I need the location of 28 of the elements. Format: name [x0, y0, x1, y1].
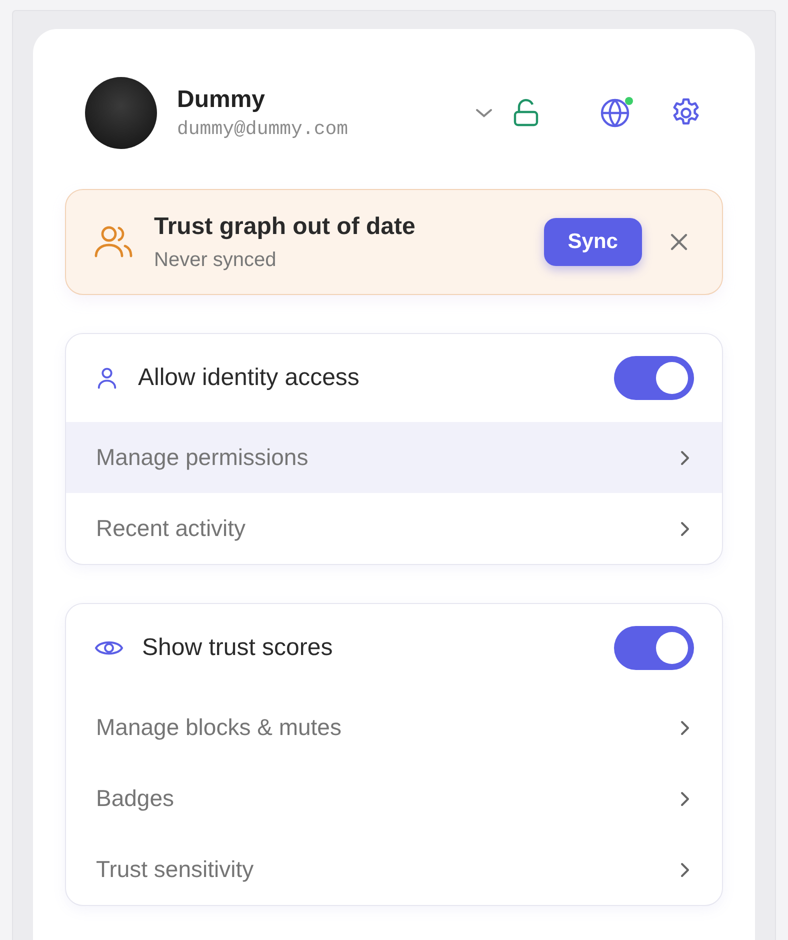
close-icon: [670, 233, 688, 251]
section-title: Allow identity access: [138, 364, 360, 392]
menu-row[interactable]: Manage permissions: [66, 422, 722, 493]
menu-row[interactable]: Trust sensitivity: [66, 834, 722, 905]
menu-row[interactable]: Manage blocks & mutes: [66, 692, 722, 763]
account-dropdown-button[interactable]: [475, 108, 493, 118]
account-email: dummy@dummy.com: [177, 118, 350, 140]
banner-subtitle: Never synced: [154, 248, 278, 272]
globe-icon: [599, 97, 631, 129]
chevron-right-icon: [680, 450, 690, 466]
close-button[interactable]: [670, 233, 688, 251]
network-button[interactable]: [599, 97, 631, 129]
menu-row[interactable]: Recent activity: [66, 493, 722, 564]
menu-row[interactable]: Badges: [66, 763, 722, 834]
section-title: Show trust scores: [142, 634, 334, 662]
chevron-right-icon: [680, 720, 690, 736]
banner-title: Trust graph out of date: [154, 212, 416, 240]
toggle-switch[interactable]: [614, 626, 694, 670]
chevron-right-icon: [680, 790, 690, 806]
unlocked-padlock-icon: [513, 98, 539, 128]
chevron-right-icon: [680, 520, 690, 536]
account-name: Dummy: [177, 86, 266, 114]
lock-button[interactable]: [513, 98, 539, 128]
sync-button[interactable]: Sync: [544, 218, 642, 266]
chevron-right-icon: [680, 862, 690, 878]
people-icon: [94, 225, 134, 259]
chevron-down-icon: [475, 108, 493, 118]
toggle-switch[interactable]: [614, 356, 694, 400]
